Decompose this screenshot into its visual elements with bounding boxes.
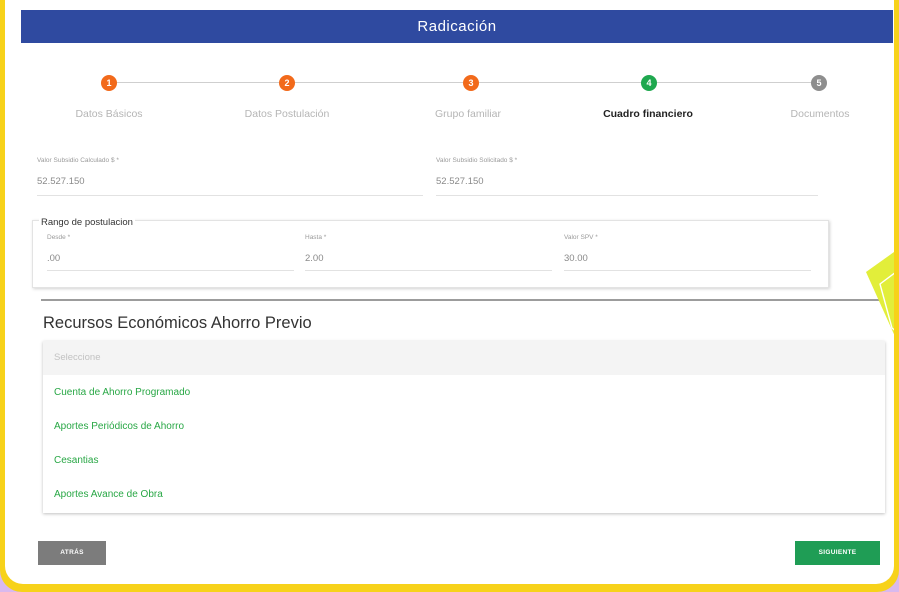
option-aportes-periodicos[interactable]: Aportes Periódicos de Ahorro xyxy=(54,421,184,432)
hasta-label: Hasta * xyxy=(305,234,327,241)
step-4-label[interactable]: Cuadro financiero xyxy=(568,108,728,120)
stepper: 1 2 3 4 5 Datos Básicos Datos Postulació… xyxy=(5,0,894,130)
spv-label: Valor SPV * xyxy=(564,234,598,241)
range-title: Rango de postulacion xyxy=(39,217,135,228)
option-aportes-avance-obra[interactable]: Aportes Avance de Obra xyxy=(54,489,163,500)
option-cuenta-ahorro-programado[interactable]: Cuenta de Ahorro Programado xyxy=(54,387,190,398)
next-button[interactable]: SIGUIENTE xyxy=(795,541,880,565)
step-1-circle[interactable]: 1 xyxy=(101,75,117,91)
field-underline xyxy=(564,270,811,271)
step-5-circle[interactable]: 5 xyxy=(811,75,827,91)
step-connector xyxy=(656,82,816,83)
option-cesantias[interactable]: Cesantias xyxy=(54,455,98,466)
step-connector xyxy=(294,82,468,83)
resources-select-list: Seleccione Cuenta de Ahorro Programado A… xyxy=(43,341,885,513)
back-button[interactable]: ATRÁS xyxy=(38,541,106,565)
resources-title: Recursos Económicos Ahorro Previo xyxy=(43,314,312,332)
step-3-label[interactable]: Grupo familiar xyxy=(388,108,548,120)
step-connector xyxy=(116,82,284,83)
desde-field[interactable]: .00 xyxy=(47,253,60,264)
resources-select-placeholder[interactable]: Seleccione xyxy=(43,341,885,375)
hasta-field[interactable]: 2.00 xyxy=(305,253,324,264)
subsidy-requested-field[interactable]: 52.527.150 xyxy=(436,176,484,187)
step-2-circle[interactable]: 2 xyxy=(279,75,295,91)
spv-field[interactable]: 30.00 xyxy=(564,253,588,264)
section-divider xyxy=(41,299,894,301)
step-connector xyxy=(478,82,646,83)
field-underline xyxy=(305,270,552,271)
decorative-ticket-shape xyxy=(866,252,894,335)
subsidy-calculated-field[interactable]: 52.527.150 xyxy=(37,176,85,187)
desde-label: Desde * xyxy=(47,234,71,241)
step-5-label[interactable]: Documentos xyxy=(740,108,894,120)
field-underline xyxy=(37,195,423,196)
range-panel xyxy=(32,220,829,288)
subsidy-requested-label: Valor Subsidio Solicitado $ * xyxy=(436,157,518,164)
step-2-label[interactable]: Datos Postulación xyxy=(207,108,367,120)
step-4-circle[interactable]: 4 xyxy=(641,75,657,91)
radicacion-card: Radicación 1 2 3 4 5 Datos Básicos Datos… xyxy=(5,0,894,584)
field-underline xyxy=(47,270,294,271)
field-underline xyxy=(436,195,818,196)
subsidy-calculated-label: Valor Subsidio Calculado $ * xyxy=(37,157,119,164)
step-3-circle[interactable]: 3 xyxy=(463,75,479,91)
step-1-label[interactable]: Datos Básicos xyxy=(29,108,189,120)
